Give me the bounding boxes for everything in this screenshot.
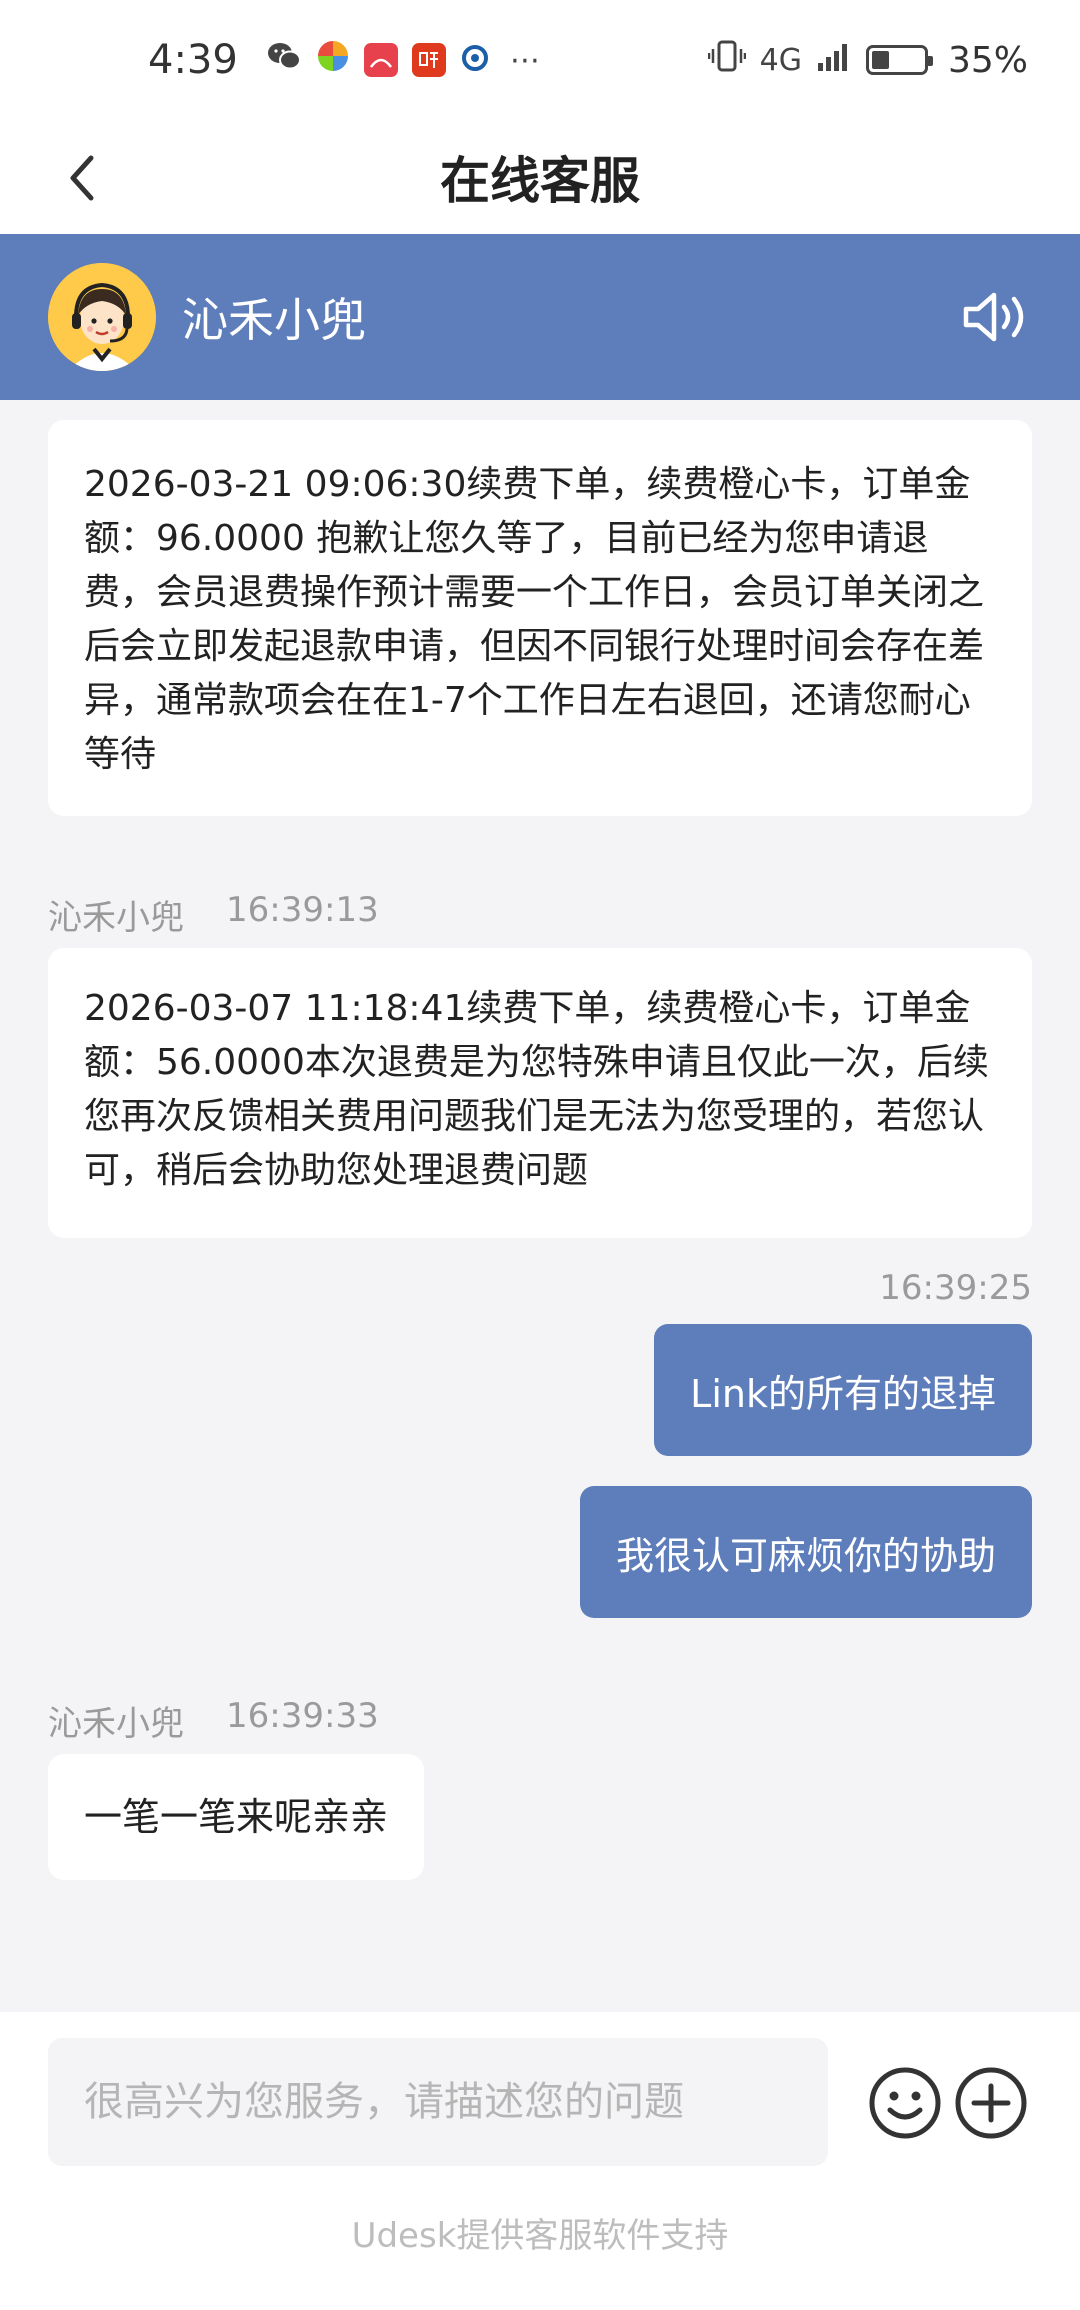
status-time: 4:39: [148, 37, 238, 83]
page-title: 在线客服: [440, 152, 640, 210]
message-time: 16:39:13: [226, 890, 379, 930]
message-text: Link的所有的退掉: [690, 1371, 996, 1416]
emoji-button[interactable]: [868, 2066, 942, 2140]
message-meta: 沁禾小兜 16:39:13: [48, 890, 379, 939]
huawei-icon: [363, 43, 398, 77]
battery-icon: [865, 45, 933, 75]
input-area: Udesk提供客服软件支持: [0, 2012, 1080, 2310]
message-text: 我很认可麻烦你的协助: [615, 1533, 996, 1578]
battery-percent: 35%: [947, 39, 1028, 81]
sender-name: 沁禾小兜: [48, 898, 184, 938]
status-bar: 4:39 ⋯ 4G 35%: [0, 0, 1080, 120]
message-text: 2026-03-21 09:06:30续费下单，续费橙心卡，订单金额：96.00…: [84, 464, 985, 775]
nav-header: 在线客服: [0, 120, 1080, 234]
battery-level: [871, 51, 890, 69]
message-time: 16:39:33: [226, 1696, 379, 1736]
message-bubble-incoming[interactable]: 一笔一笔来呢亲亲: [48, 1754, 425, 1880]
speaker-icon[interactable]: [960, 287, 1032, 347]
chat-messages[interactable]: 2026-03-21 09:06:30续费下单，续费橙心卡，订单金额：96.00…: [0, 400, 1080, 2012]
wechat-icon: [266, 37, 302, 83]
agent-name: 沁禾小兜: [182, 293, 366, 347]
app-icon: [460, 37, 490, 83]
pinwheel-icon: [316, 37, 350, 83]
more-notifications-icon: ⋯: [509, 42, 540, 78]
add-attachment-button[interactable]: [954, 2066, 1028, 2140]
message-bubble-incoming[interactable]: 2026-03-07 11:18:41续费下单，续费橙心卡，订单金额：56.00…: [48, 948, 1032, 1238]
message-text: 2026-03-07 11:18:41续费下单，续费橙心卡，订单金额：56.00…: [84, 988, 989, 1191]
network-type: 4G: [759, 42, 802, 78]
plus-icon: [955, 2067, 1027, 2139]
message-meta: 沁禾小兜 16:39:33: [48, 1696, 379, 1745]
ting-icon: [411, 43, 446, 77]
message-time: 16:39:25: [879, 1268, 1032, 1308]
message-input[interactable]: [48, 2038, 828, 2166]
status-left: 4:39 ⋯: [148, 37, 540, 83]
message-bubble-incoming[interactable]: 2026-03-21 09:06:30续费下单，续费橙心卡，订单金额：96.00…: [48, 420, 1032, 816]
smiley-icon: [869, 2067, 941, 2139]
chevron-left-icon: [70, 155, 94, 201]
message-text: 一笔一笔来呢亲亲: [84, 1795, 389, 1839]
status-right: 4G 35%: [707, 37, 1028, 83]
message-bubble-outgoing[interactable]: Link的所有的退掉: [654, 1324, 1032, 1456]
message-bubble-outgoing[interactable]: 我很认可麻烦你的协助: [579, 1486, 1032, 1618]
signal-icon: [816, 37, 852, 83]
powered-by-text: Udesk提供客服软件支持: [351, 2216, 729, 2256]
back-button[interactable]: [52, 148, 112, 208]
vibrate-icon: [707, 37, 746, 83]
sender-name: 沁禾小兜: [48, 1704, 184, 1744]
agent-bar: 沁禾小兜: [0, 234, 1080, 400]
agent-avatar: [48, 263, 156, 371]
